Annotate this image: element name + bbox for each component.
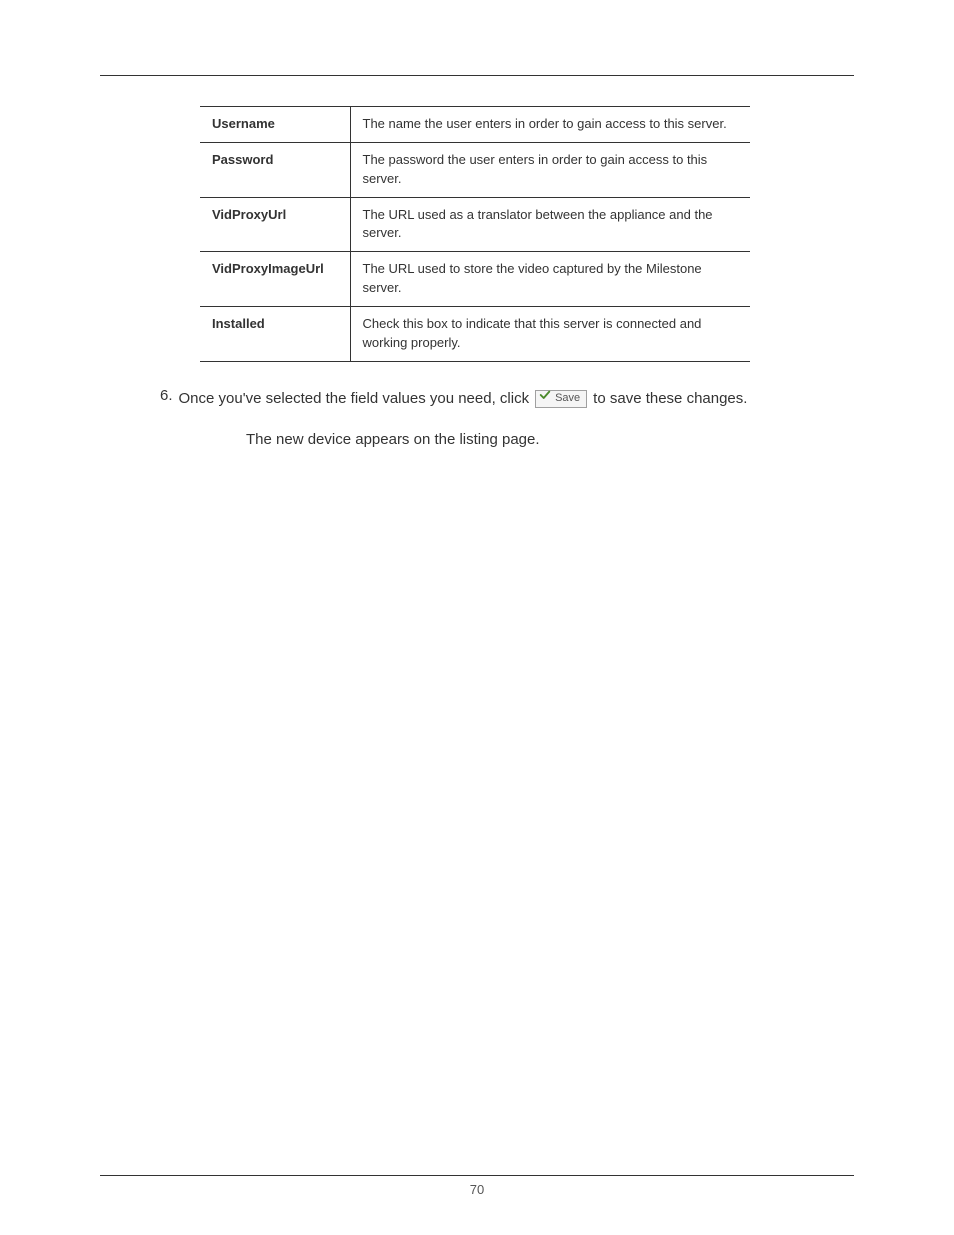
top-rule	[100, 75, 854, 76]
page-footer: 70	[100, 1175, 854, 1197]
instruction-text-after: to save these changes.	[593, 387, 747, 411]
table-row: Installed Check this box to indicate tha…	[200, 306, 750, 361]
table-row: VidProxyImageUrl The URL used to store t…	[200, 252, 750, 307]
field-description: The name the user enters in order to gai…	[350, 107, 750, 143]
field-label: VidProxyUrl	[200, 197, 350, 252]
field-description: Check this box to indicate that this ser…	[350, 306, 750, 361]
page-container: Username The name the user enters in ord…	[0, 0, 954, 1235]
field-definitions-table: Username The name the user enters in ord…	[200, 106, 750, 362]
field-label: VidProxyImageUrl	[200, 252, 350, 307]
field-description: The URL used as a translator between the…	[350, 197, 750, 252]
save-button[interactable]: Save	[535, 390, 587, 408]
field-description: The URL used to store the video captured…	[350, 252, 750, 307]
instruction-list: 6. Once you've selected the field values…	[160, 387, 854, 448]
field-description: The password the user enters in order to…	[350, 142, 750, 197]
list-text: Once you've selected the field values yo…	[179, 387, 748, 411]
save-button-label: Save	[555, 390, 580, 408]
instruction-result-text: The new device appears on the listing pa…	[246, 431, 854, 448]
field-label: Username	[200, 107, 350, 143]
table-row: Username The name the user enters in ord…	[200, 107, 750, 143]
list-number: 6.	[160, 387, 173, 404]
table-row: Password The password the user enters in…	[200, 142, 750, 197]
instruction-text-before: Once you've selected the field values yo…	[179, 387, 530, 411]
field-label: Installed	[200, 306, 350, 361]
table-row: VidProxyUrl The URL used as a translator…	[200, 197, 750, 252]
list-item: 6. Once you've selected the field values…	[160, 387, 854, 411]
checkmark-icon	[539, 389, 555, 408]
field-label: Password	[200, 142, 350, 197]
page-number: 70	[100, 1175, 854, 1197]
